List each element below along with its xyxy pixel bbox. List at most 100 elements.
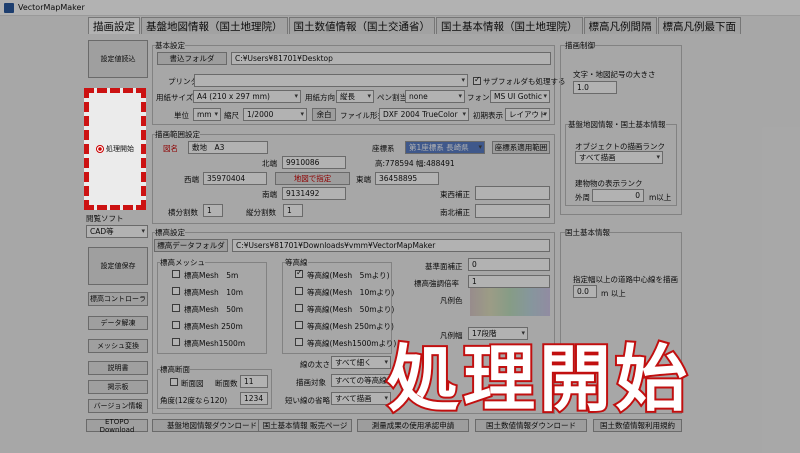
ew-correction-input[interactable] — [475, 186, 550, 200]
outer-input[interactable]: 0 — [592, 189, 644, 202]
elevation-controller-button[interactable]: 標高コントローラ — [88, 292, 148, 306]
version-button[interactable]: バージョン情報 — [88, 399, 148, 413]
mesh-10m-checkbox[interactable] — [172, 287, 180, 295]
unit-select[interactable]: mm — [193, 108, 221, 121]
elevation-folder-path[interactable]: C:¥Users¥81701¥Downloads¥vmm¥VectorMapMa… — [232, 239, 550, 252]
road-width-label: 指定幅以上の道路中心線を描画 — [573, 275, 678, 284]
mesh-convert-button[interactable]: メッシュ変換 — [88, 339, 148, 353]
draw-target-select[interactable]: すべての等高線 — [331, 374, 391, 387]
mesh-5m-label: 標高Mesh 5m — [184, 271, 239, 280]
mesh-250m-checkbox[interactable] — [172, 321, 180, 329]
tab-kiban[interactable]: 基盤地図情報（国土地理院） — [141, 17, 288, 34]
kiban-download-button[interactable]: 基盤地図情報ダウンロード — [152, 419, 272, 432]
contour-title: 等高線 — [285, 257, 308, 268]
char-size-input[interactable]: 1.0 — [573, 81, 617, 94]
title-bar: VectorMapMaker — [0, 0, 800, 16]
subfolder-label: サブフォルダも処理する — [483, 77, 566, 86]
font-select[interactable]: MS UI Gothic — [490, 90, 550, 103]
elevation-folder-button[interactable]: 標高データフォルダ — [154, 239, 228, 252]
h-split-input[interactable]: 1 — [203, 204, 223, 217]
save-settings-button[interactable]: 設定値保存 — [88, 247, 148, 285]
pen-label: ペン割当 — [377, 93, 407, 102]
mesh-1500m-checkbox[interactable] — [172, 338, 180, 346]
v-split-input[interactable]: 1 — [283, 204, 303, 217]
north-input[interactable]: 9910086 — [282, 156, 346, 169]
kihon-shop-button[interactable]: 国土基本情報 販売ページ — [258, 419, 352, 432]
line-width-select[interactable]: すべて細く — [331, 356, 391, 369]
coord-range-button[interactable]: 座標系適用範囲 — [492, 141, 550, 154]
subfolder-checkbox[interactable] — [473, 75, 481, 85]
section-checkbox[interactable] — [170, 378, 178, 386]
base-correction-input[interactable]: 0 — [468, 258, 550, 271]
mesh-5m-checkbox[interactable] — [172, 270, 180, 278]
section-count-input[interactable]: 11 — [240, 375, 268, 388]
east-input[interactable]: 36458895 — [375, 172, 439, 185]
outer-label: 外周 — [575, 193, 590, 202]
contour-250m-checkbox[interactable] — [295, 321, 303, 329]
paper-size-select[interactable]: A4 (210 x 297 mm) — [193, 90, 301, 103]
map-name-label: 図名 — [163, 144, 178, 153]
mesh-50m-checkbox[interactable] — [172, 304, 180, 312]
scale-select[interactable]: 1/2000 — [243, 108, 307, 121]
orientation-select[interactable]: 縦長 — [336, 90, 374, 103]
tab-legend-bottom[interactable]: 標高凡例最下面 — [657, 17, 741, 34]
south-label: 南端 — [262, 190, 277, 199]
tab-suuchi[interactable]: 国土数値情報（国土交通省） — [288, 17, 435, 34]
initial-view-select[interactable]: レイアウト — [505, 108, 550, 121]
paper-size-label: 用紙サイズ — [156, 93, 194, 102]
contour-10m-checkbox[interactable] — [295, 287, 303, 295]
contour-50m-checkbox[interactable] — [295, 304, 303, 312]
road-width-unit: m 以上 — [601, 289, 626, 298]
height-width-text: 高:778594 幅:488491 — [375, 159, 455, 168]
tab-kihon[interactable]: 国土基本情報（国土地理院） — [436, 17, 583, 34]
map-select-button[interactable]: 地図で指定 — [275, 172, 350, 185]
output-folder-path[interactable]: C:¥Users¥81701¥Desktop — [231, 52, 551, 65]
section-label: 断面図 — [181, 379, 204, 388]
contour-5m-label: 等高線(Mesh 5mより) — [307, 271, 390, 280]
angle-input[interactable]: 1234 — [240, 392, 268, 405]
north-label: 北端 — [262, 159, 277, 168]
board-button[interactable]: 掲示板 — [88, 380, 148, 394]
record-icon — [96, 145, 104, 153]
mesh-1500m-label: 標高Mesh1500m — [184, 339, 246, 348]
margin-button[interactable]: 余白 — [312, 108, 336, 121]
contour-10m-label: 等高線(Mesh 10mより) — [307, 288, 395, 297]
load-settings-button[interactable]: 設定値読込 — [88, 40, 148, 78]
output-folder-button[interactable]: 書込フォルダ — [157, 52, 227, 65]
coord-system-label: 座標系 — [372, 144, 395, 153]
printer-select[interactable] — [194, 74, 468, 87]
etopo-download-button[interactable]: ETOPO Download — [86, 418, 148, 434]
mesh-title: 標高メッシュ — [160, 257, 205, 268]
pen-select[interactable]: none — [405, 90, 465, 103]
south-input[interactable]: 9131492 — [282, 187, 346, 200]
data-unzip-button[interactable]: データ解凍 — [88, 316, 148, 330]
kokudo-title: 国土基本情報 — [565, 227, 610, 238]
manual-button[interactable]: 説明書 — [88, 361, 148, 375]
contour-1500m-checkbox[interactable] — [295, 338, 303, 346]
section-title: 標高断面 — [160, 364, 190, 375]
elevation-scale-input[interactable]: 1 — [468, 275, 550, 288]
ew-correction-label: 東西補正 — [440, 190, 470, 199]
h-split-label: 横分割数 — [168, 208, 198, 217]
legend-color-gradient[interactable] — [470, 288, 550, 316]
unit-label: 単位 — [174, 111, 189, 120]
file-format-select[interactable]: DXF 2004 TrueColor — [379, 108, 469, 121]
short-line-select[interactable]: すべて描画 — [331, 392, 391, 405]
draw-target-label: 描画対象 — [296, 378, 326, 387]
viewer-select[interactable]: CAD等 — [86, 225, 148, 238]
tab-draw-settings[interactable]: 描画設定 — [88, 17, 140, 34]
ns-correction-input[interactable] — [475, 204, 550, 218]
west-input[interactable]: 35970404 — [203, 172, 267, 185]
start-process-button[interactable]: 処理開始 — [84, 88, 146, 210]
tab-legend-interval[interactable]: 標高凡例間隔 — [583, 17, 657, 34]
rank-select[interactable]: すべて描画 — [575, 151, 663, 164]
map-name-input[interactable]: 敷地 A3 — [188, 141, 268, 154]
coord-system-select[interactable]: 第1座標系 長崎県 — [405, 141, 485, 154]
mesh-50m-label: 標高Mesh 50m — [184, 305, 244, 314]
ns-correction-label: 南北補正 — [440, 208, 470, 217]
east-label: 東端 — [356, 175, 371, 184]
orientation-label: 用紙方向 — [305, 93, 335, 102]
kiban-title: 基盤地図情報・国土基本情報 — [568, 119, 666, 130]
road-width-input[interactable]: 0.0 — [573, 285, 597, 298]
contour-5m-checkbox[interactable] — [295, 268, 303, 278]
